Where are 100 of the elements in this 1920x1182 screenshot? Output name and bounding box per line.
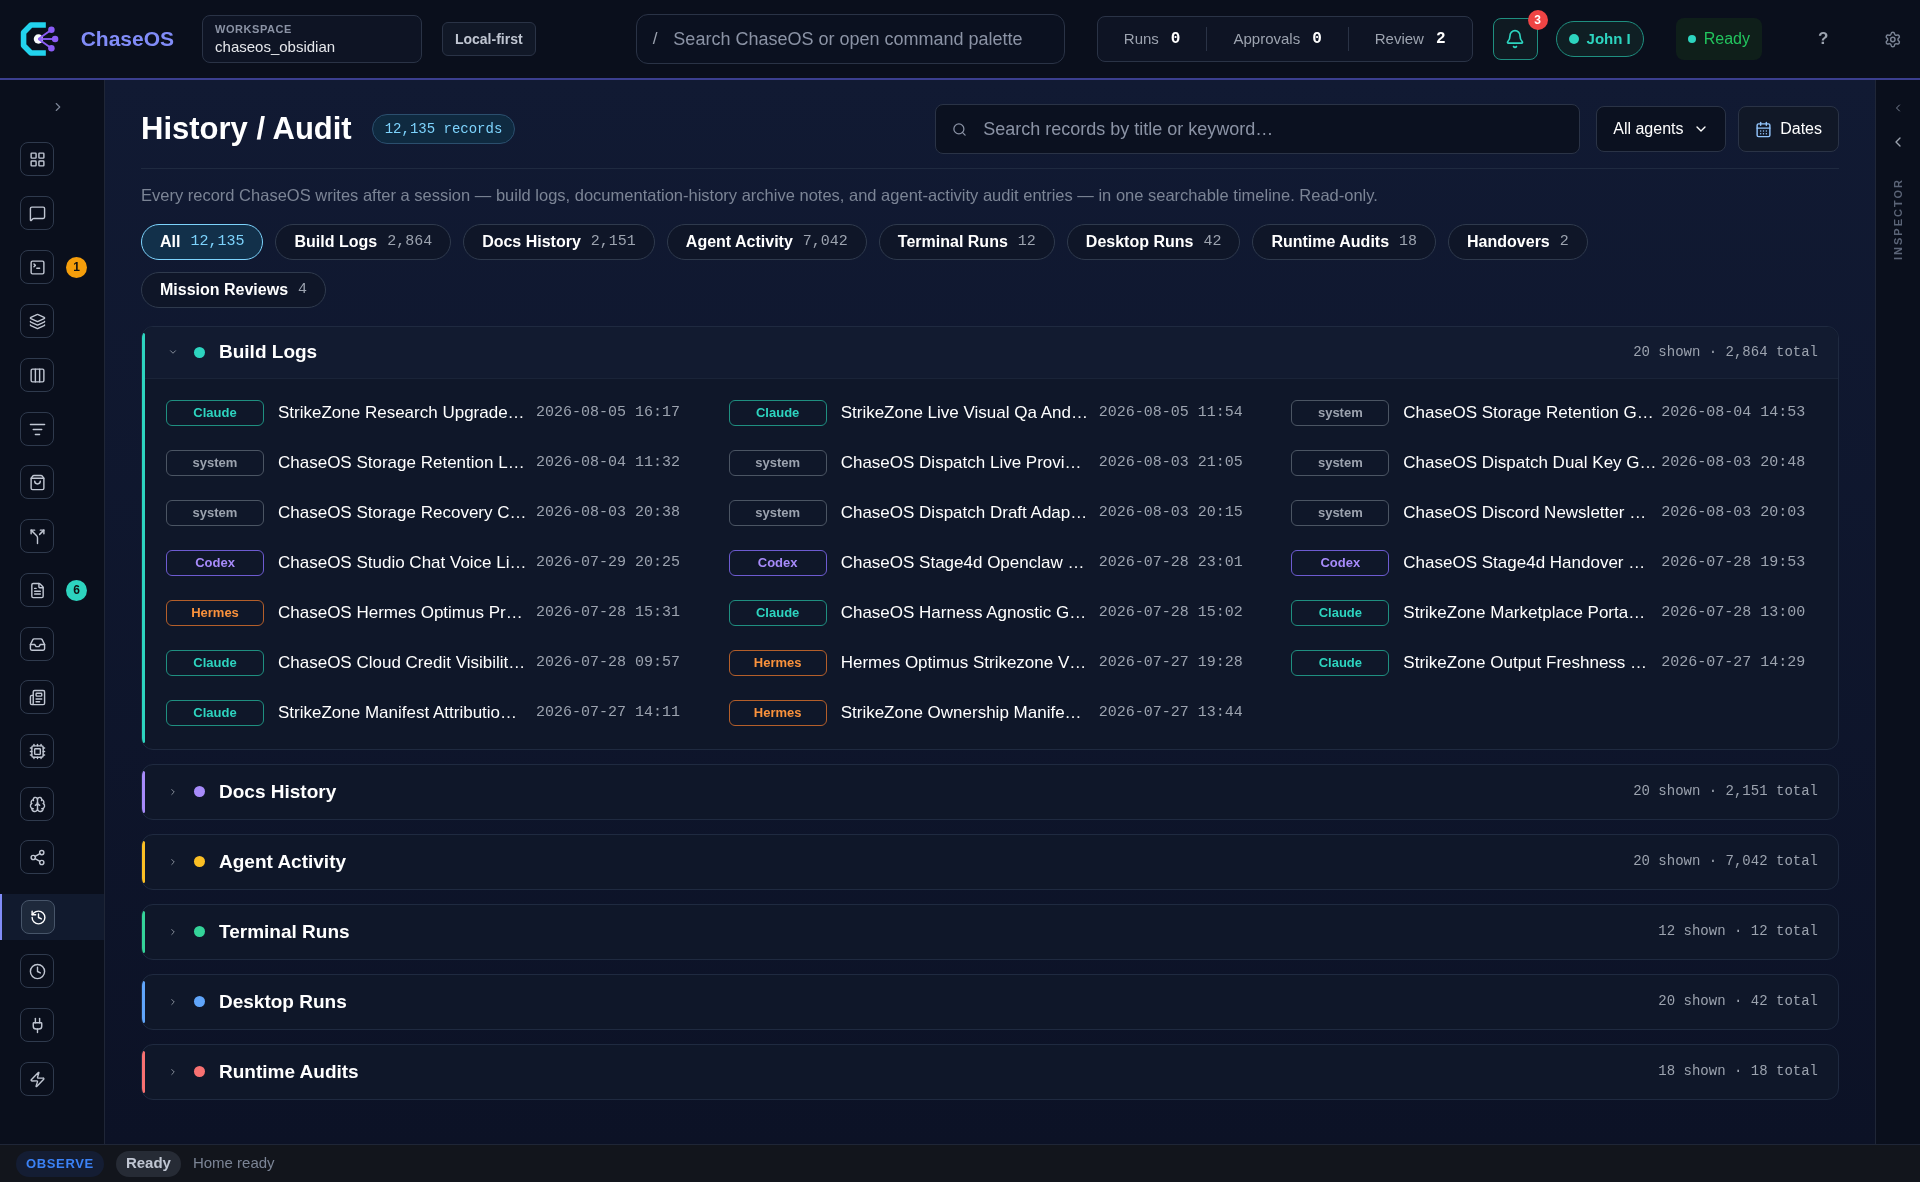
sidebar-item[interactable] [20, 519, 54, 553]
section-summary: 20 shown · 2,864 total [1633, 342, 1818, 362]
section-title: Runtime Audits [219, 1059, 359, 1084]
record-row[interactable]: Claude StrikeZone Manifest Attributio… 2026-07-27 14:11 [166, 698, 689, 727]
section-header[interactable]: Desktop Runs 20 shown · 42 total [142, 974, 1838, 1029]
sidebar-item[interactable] [20, 1062, 54, 1096]
records-search-field[interactable]: Search records by title or keyword… [935, 104, 1581, 154]
sidebar-item[interactable] [20, 412, 54, 446]
record-title: ChaseOS Stage4d Openclaw … [840, 552, 1086, 574]
record-row[interactable]: Claude StrikeZone Research Upgrade… 2026-08-05 16:17 [166, 398, 689, 427]
sidebar-item[interactable] [20, 1008, 54, 1042]
agent-tag: Hermes [728, 699, 827, 726]
bag-icon [28, 473, 46, 491]
record-title: ChaseOS Discord Newsletter … [1403, 502, 1648, 524]
section-header[interactable]: Runtime Audits 18 shown · 18 total [142, 1044, 1838, 1099]
filter-chip[interactable]: Build Logs 2,864 [275, 223, 452, 260]
record-row[interactable]: Claude StrikeZone Marketplace Porta… 2026-07-28 13:00 [1291, 598, 1814, 627]
search-placeholder: Search records by title or keyword… [983, 117, 1274, 141]
counter-label: Runs [1123, 28, 1159, 49]
record-title: StrikeZone Ownership Manife… [840, 702, 1083, 724]
sidebar-item[interactable] [20, 573, 54, 607]
agent-filter-dropdown[interactable]: All agents [1596, 106, 1727, 152]
workspace-selector[interactable]: WORKSPACE chaseos_obsidian [202, 15, 422, 63]
record-row[interactable]: Claude ChaseOS Harness Agnostic G… 2026-07-28 15:02 [728, 598, 1252, 627]
expand-icon [168, 996, 178, 1007]
record-row[interactable]: system ChaseOS Storage Retention L… 2026-08-04 11:32 [166, 448, 689, 477]
expand-icon [168, 856, 178, 867]
grid-icon [28, 150, 46, 168]
filter-chip[interactable]: Handovers 2 [1448, 223, 1588, 260]
section-header[interactable]: Agent Activity 20 shown · 7,042 total [142, 834, 1838, 889]
section-header[interactable]: Terminal Runs 12 shown · 12 total [142, 904, 1838, 959]
section-summary: 20 shown · 42 total [1658, 992, 1818, 1012]
user-button[interactable]: John I [1555, 21, 1644, 57]
record-title: ChaseOS Hermes Optimus Pr… [278, 602, 524, 624]
record-row[interactable]: Hermes ChaseOS Hermes Optimus Pr… 2026-07-28 15:31 [166, 598, 689, 627]
share-icon [28, 848, 46, 866]
sidebar-item[interactable] [20, 840, 54, 874]
record-title: StrikeZone Research Upgrade… [278, 402, 526, 424]
sidebar-item[interactable] [20, 304, 54, 338]
section-header[interactable]: Build Logs 20 shown · 2,864 total [142, 326, 1838, 379]
section-header[interactable]: Docs History 20 shown · 2,151 total [142, 764, 1838, 819]
sidebar-item[interactable] [20, 734, 54, 768]
filter-chip[interactable]: Runtime Audits 18 [1252, 223, 1437, 260]
help-button[interactable]: ? [1818, 26, 1829, 52]
mode-badge: Local-first [441, 22, 536, 56]
filter-chip[interactable]: All 12,135 [141, 223, 264, 260]
expand-icon [168, 926, 178, 937]
record-row[interactable]: system ChaseOS Dispatch Live Provi… 2026-08-03 21:05 [728, 448, 1252, 477]
dates-button[interactable]: Dates [1738, 106, 1839, 152]
settings-icon[interactable] [1884, 29, 1902, 49]
agent-tag: system [1291, 399, 1390, 426]
record-row[interactable]: system ChaseOS Storage Recovery C… 2026-08-03 20:38 [166, 498, 689, 527]
terminal-icon [28, 258, 46, 276]
workspace-label: WORKSPACE [215, 22, 293, 38]
record-row[interactable]: system ChaseOS Dispatch Draft Adap… 2026-08-03 20:15 [728, 498, 1252, 527]
sidebar-item[interactable] [20, 196, 54, 230]
sidebar-item[interactable] [20, 358, 54, 392]
newspaper-icon [28, 688, 46, 706]
record-row[interactable]: system ChaseOS Discord Newsletter … 2026-08-03 20:03 [1291, 498, 1814, 527]
agent-tag: Codex [728, 549, 827, 576]
agent-tag: system [166, 499, 264, 526]
agent-tag: Hermes [728, 649, 827, 676]
agent-tag: system [728, 449, 827, 476]
sidebar-item[interactable] [20, 465, 54, 499]
filter-chip[interactable]: Docs History 2,151 [463, 223, 655, 260]
app-name: ChaseOS [80, 26, 175, 53]
record-time: 2026-07-27 14:29 [1661, 652, 1806, 673]
record-row[interactable]: system ChaseOS Dispatch Dual Key G… 2026-08-03 20:48 [1291, 448, 1814, 477]
record-row[interactable]: Codex ChaseOS Stage4d Handover … 2026-07-28 19:53 [1291, 548, 1814, 577]
sidebar-item[interactable] [20, 680, 54, 714]
history-icon [29, 908, 47, 926]
state-badge: Ready [115, 1150, 181, 1177]
record-row[interactable]: Claude ChaseOS Cloud Credit Visibilit… 2026-07-28 09:57 [166, 648, 689, 677]
filter-chip[interactable]: Mission Reviews 4 [141, 271, 327, 308]
record-row[interactable]: Claude StrikeZone Output Freshness … 2026-07-27 14:29 [1291, 648, 1814, 677]
filter-chip[interactable]: Desktop Runs 42 [1066, 223, 1241, 260]
sidebar-item[interactable] [20, 627, 54, 661]
sidebar-item[interactable] [20, 954, 54, 988]
agent-tag: system [166, 449, 264, 476]
record-row[interactable]: Claude StrikeZone Live Visual Qa And… 2026-08-05 11:54 [728, 398, 1252, 427]
command-search-field[interactable]: / Search ChaseOS or open command palette [635, 14, 1065, 64]
record-row[interactable]: Hermes StrikeZone Ownership Manife… 2026-07-27 13:44 [728, 698, 1252, 727]
filter-chip[interactable]: Terminal Runs 12 [878, 223, 1055, 260]
calendar-icon [1755, 120, 1773, 138]
counter-value: 2 [1435, 29, 1446, 50]
record-row[interactable]: Hermes Hermes Optimus Strikezone V… 2026-07-27 19:28 [728, 648, 1252, 677]
record-row[interactable]: Codex ChaseOS Studio Chat Voice Li… 2026-07-29 20:25 [166, 548, 689, 577]
filter-chip[interactable]: Agent Activity 7,042 [666, 223, 867, 260]
agent-tag: Codex [166, 549, 264, 576]
counter-value: 0 [1170, 29, 1181, 50]
sidebar-item[interactable] [21, 900, 55, 934]
sidebar-item[interactable] [20, 142, 54, 176]
brain-icon [28, 795, 46, 813]
sidebar-item[interactable] [20, 787, 54, 821]
section-summary: 20 shown · 7,042 total [1633, 852, 1818, 872]
record-row[interactable]: Codex ChaseOS Stage4d Openclaw … 2026-07-28 23:01 [728, 548, 1252, 577]
record-row[interactable]: system ChaseOS Storage Retention G… 2026-08-04 14:53 [1291, 398, 1814, 427]
sidebar-item[interactable] [20, 250, 54, 284]
expand-icon [168, 1066, 178, 1077]
record-title: ChaseOS Dispatch Dual Key G… [1403, 452, 1654, 474]
